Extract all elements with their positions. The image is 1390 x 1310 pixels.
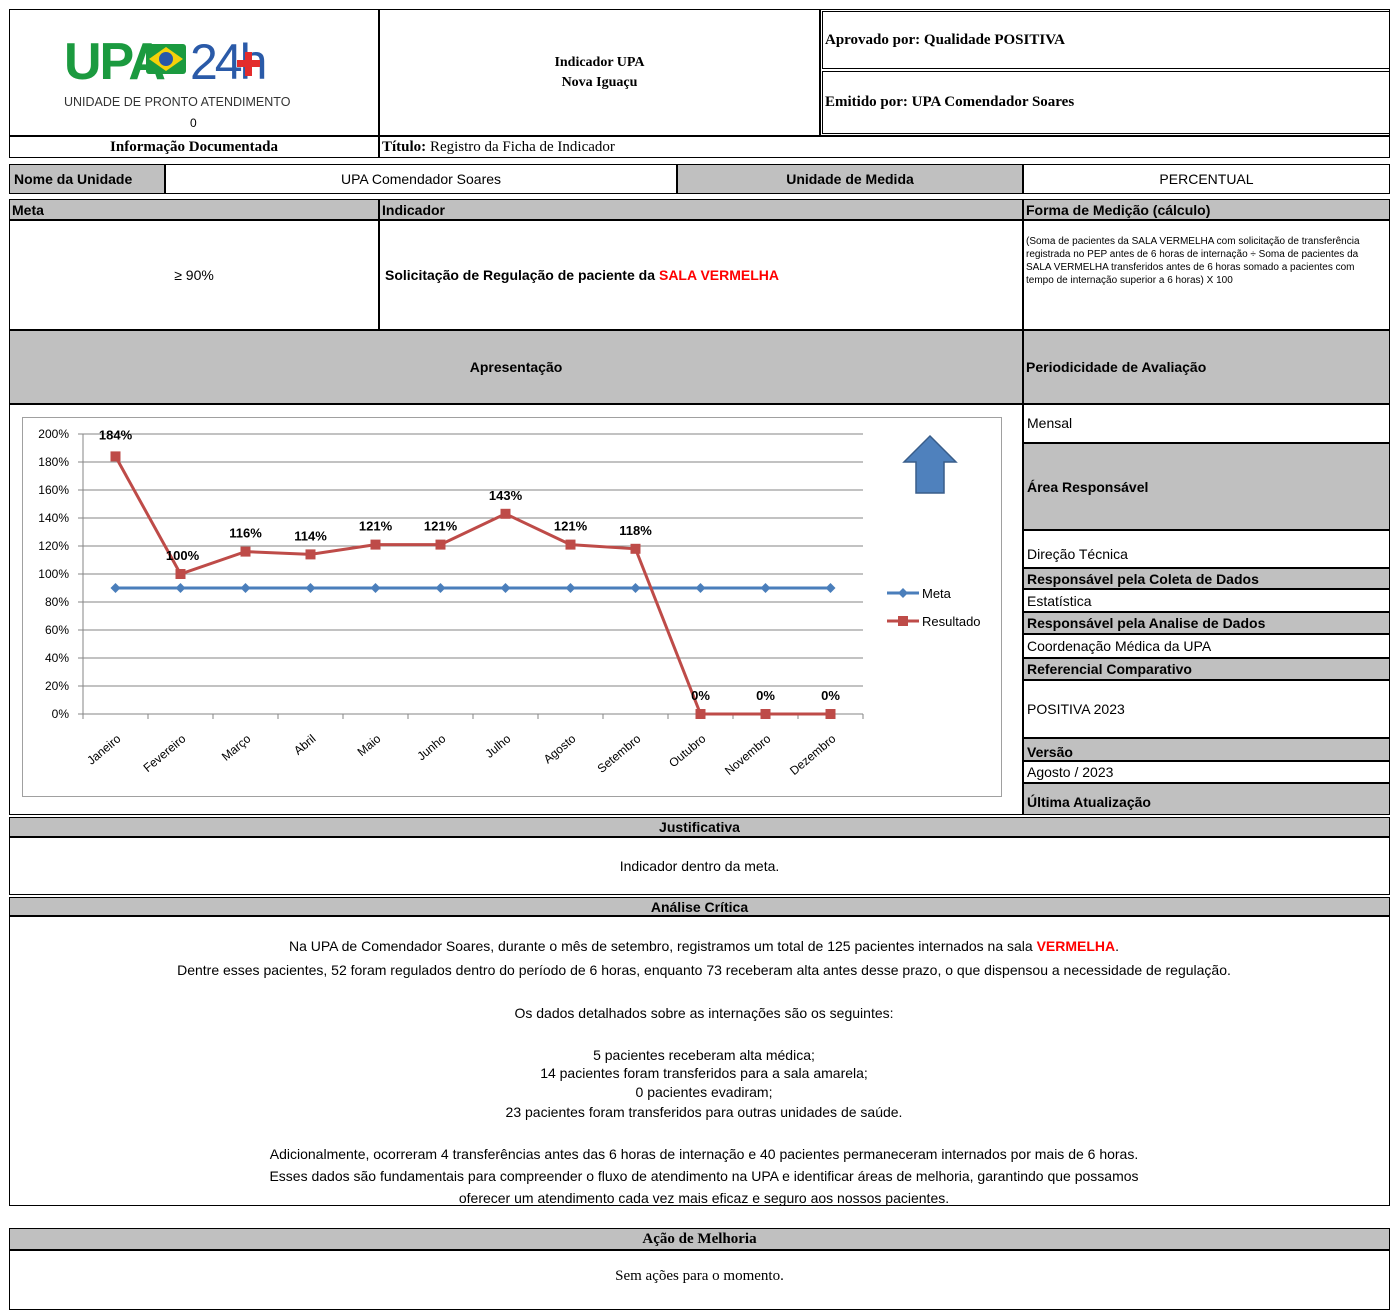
y-tick-label: 100%: [38, 567, 69, 581]
meta-point: [175, 583, 186, 593]
x-tick-label: Abril: [291, 732, 318, 758]
meta-point: [500, 583, 511, 593]
analise-paragraph-2: Dentre esses pacientes, 52 foram regulad…: [177, 962, 1231, 978]
resultado-point: [110, 451, 121, 462]
y-tick-label: 120%: [38, 539, 69, 553]
ref-value: POSITIVA 2023: [1023, 680, 1390, 738]
meta-point: [110, 583, 121, 593]
data-label: 143%: [489, 488, 523, 503]
resultado-point: [240, 546, 251, 557]
y-tick-label: 20%: [45, 679, 69, 693]
justificativa-text: Indicador dentro da meta.: [9, 837, 1390, 895]
analise-paragraph-5: Esses dados são fundamentais para compre…: [269, 1168, 1139, 1184]
data-label: 118%: [619, 523, 652, 538]
analise-paragraph-6: oferecer um atendimento cada vez mais ef…: [458, 1190, 950, 1206]
x-tick-label: Dezembro: [787, 731, 839, 778]
coleta-label: Responsável pela Coleta de Dados: [1023, 568, 1390, 589]
meta-point: [760, 583, 771, 593]
analise-p1c: .: [1115, 938, 1120, 954]
x-tick-label: Outubro: [666, 731, 708, 770]
data-label: 116%: [229, 526, 262, 541]
x-tick-label: Julho: [482, 731, 513, 760]
legend-label: Meta: [922, 586, 952, 601]
periodicidade-value-cell: Mensal: [1023, 404, 1390, 443]
data-label: 100%: [166, 548, 200, 563]
versao-value: Agosto / 2023: [1023, 761, 1390, 783]
meta-point: [630, 583, 641, 593]
x-tick-label: Novembro: [722, 731, 774, 778]
meta-point: [305, 583, 316, 593]
x-tick-label: Setembro: [595, 731, 644, 775]
resultado-point: [500, 508, 511, 519]
analise-paragraph-4: Adicionalmente, ocorreram 4 transferênci…: [269, 1146, 1139, 1162]
resultado-point: [435, 539, 446, 550]
resultado-point: [695, 709, 706, 719]
resultado-point: [630, 543, 641, 554]
data-label: 0%: [756, 688, 775, 703]
resultado-point: [305, 549, 316, 560]
x-tick-label: Janeiro: [84, 731, 123, 767]
resultado-point: [825, 709, 836, 719]
periodicidade-value: Mensal: [1027, 415, 1073, 431]
legend-marker: [898, 588, 908, 598]
legend-marker: [898, 616, 908, 626]
analise-label: Responsável pela Analise de Dados: [1023, 612, 1390, 634]
ref-label: Referencial Comparativo: [1023, 658, 1390, 680]
y-tick-label: 80%: [45, 595, 69, 609]
meta-point: [435, 583, 446, 593]
up-arrow-icon: [902, 434, 958, 494]
analise-p1-highlight: VERMELHA: [1036, 938, 1116, 954]
y-tick-label: 180%: [38, 455, 69, 469]
data-label: 184%: [99, 427, 133, 442]
analise-paragraph-3: Os dados detalhados sobre as internações…: [514, 1005, 894, 1021]
resultado-point: [370, 539, 381, 550]
meta-point: [695, 583, 706, 593]
data-label: 121%: [554, 519, 588, 534]
data-label: 0%: [821, 688, 840, 703]
x-tick-label: Fevereiro: [141, 731, 189, 775]
x-tick-label: Março: [219, 731, 254, 763]
series-line-resultado: [114, 455, 831, 716]
meta-point: [565, 583, 576, 593]
x-tick-label: Maio: [355, 731, 384, 759]
data-label: 0%: [691, 688, 710, 703]
analise-list-1: 5 pacientes receberam alta médica;: [593, 1047, 815, 1063]
data-label: 121%: [424, 519, 458, 534]
analise-list-3: 0 pacientes evadiram;: [635, 1084, 773, 1100]
y-tick-label: 60%: [45, 623, 69, 637]
acao-text: Sem ações para o momento.: [9, 1250, 1390, 1310]
data-label: 114%: [294, 528, 327, 543]
acao-header: Ação de Melhoria: [9, 1228, 1390, 1250]
coleta-value: Estatística: [1023, 589, 1390, 612]
resultado-point: [565, 539, 576, 550]
y-tick-label: 0%: [52, 707, 70, 721]
area-value: Direção Técnica: [1023, 530, 1390, 568]
meta-point: [240, 583, 251, 593]
x-tick-label: Junho: [414, 731, 448, 763]
analise-list-4: 23 pacientes foram transferidos para out…: [505, 1104, 903, 1120]
y-tick-label: 200%: [38, 427, 69, 441]
analise-header: Análise Crítica: [9, 897, 1390, 916]
justificativa-header: Justificativa: [9, 817, 1390, 837]
meta-point: [370, 583, 381, 593]
meta-point: [825, 583, 836, 593]
analise-paragraph-1: Na UPA de Comendador Soares, durante o m…: [9, 938, 1390, 955]
atualizacao-label: Última Atualização: [1023, 783, 1390, 815]
x-tick-label: Agosto: [541, 731, 579, 766]
y-tick-label: 160%: [38, 483, 69, 497]
analise-value: Coordenação Médica da UPA: [1023, 634, 1390, 658]
resultado-point: [175, 569, 186, 579]
resultado-point: [760, 709, 771, 719]
y-tick-label: 40%: [45, 651, 69, 665]
versao-label: Versão: [1023, 738, 1390, 761]
analise-p1a: Na UPA de Comendador Soares, durante o m…: [288, 938, 1037, 954]
legend-label: Resultado: [922, 614, 981, 629]
area-label: Área Responsável: [1023, 443, 1390, 530]
data-label: 121%: [359, 519, 393, 534]
analise-list-2: 14 pacientes foram transferidos para a s…: [540, 1065, 868, 1081]
y-tick-label: 140%: [38, 511, 69, 525]
